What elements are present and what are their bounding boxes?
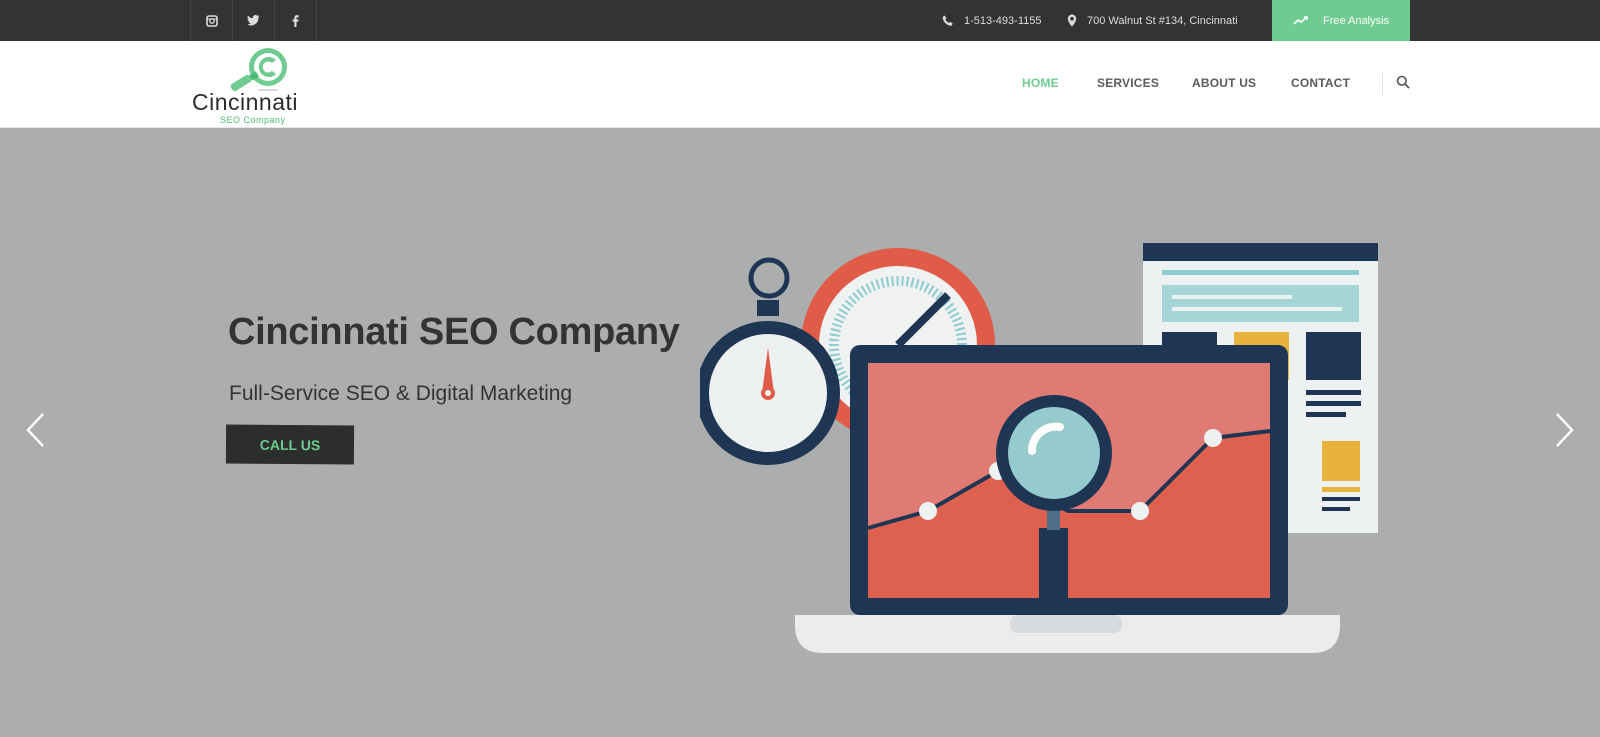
free-analysis-button[interactable]: Free Analysis <box>1272 0 1410 41</box>
address-info: 700 Walnut St #134, Cincinnati <box>1067 0 1238 41</box>
nav-services[interactable]: SERVICES <box>1097 76 1159 90</box>
search-icon <box>1396 75 1410 89</box>
hero-slider: Cincinnati SEO Company Full-Service SEO … <box>0 128 1600 737</box>
seo-illustration <box>700 243 1378 653</box>
slider-prev-button[interactable] <box>24 410 48 450</box>
search-button[interactable] <box>1396 75 1412 91</box>
hero-title: Cincinnati SEO Company <box>228 311 680 353</box>
nav-divider <box>1382 73 1383 95</box>
site-logo[interactable]: Cincinnati SEO Company <box>192 45 327 125</box>
logo-tagline: SEO Company <box>220 115 286 125</box>
twitter-icon <box>247 15 260 26</box>
instagram-icon <box>205 14 218 27</box>
social-links <box>190 0 317 41</box>
top-bar: 1-513-493-1155 700 Walnut St #134, Cinci… <box>0 0 1600 41</box>
phone-info[interactable]: 1-513-493-1155 <box>942 0 1041 41</box>
nav-about-us[interactable]: ABOUT US <box>1192 76 1256 90</box>
free-analysis-label: Free Analysis <box>1322 14 1390 27</box>
nav-contact[interactable]: CONTACT <box>1291 76 1350 90</box>
map-pin-icon <box>1067 14 1077 27</box>
logo-name: Cincinnati <box>192 89 298 115</box>
site-header: Cincinnati SEO Company HOME SERVICES ABO… <box>0 41 1600 128</box>
facebook-icon <box>292 14 299 27</box>
trend-chart-icon <box>1293 15 1309 26</box>
chevron-right-icon <box>1556 413 1574 447</box>
facebook-link[interactable] <box>275 0 317 41</box>
laptop-illustration <box>795 345 1340 653</box>
call-us-button[interactable]: CALL US <box>225 424 355 465</box>
hero-subtitle: Full-Service SEO & Digital Marketing <box>229 382 573 405</box>
instagram-link[interactable] <box>191 0 233 41</box>
twitter-link[interactable] <box>233 0 275 41</box>
chevron-left-icon <box>26 413 44 447</box>
address-text: 700 Walnut St #134, Cincinnati <box>1087 14 1238 27</box>
phone-icon <box>942 15 954 27</box>
phone-number: 1-513-493-1155 <box>964 14 1042 27</box>
slider-next-button[interactable] <box>1552 410 1576 450</box>
nav-home[interactable]: HOME <box>1022 76 1059 90</box>
